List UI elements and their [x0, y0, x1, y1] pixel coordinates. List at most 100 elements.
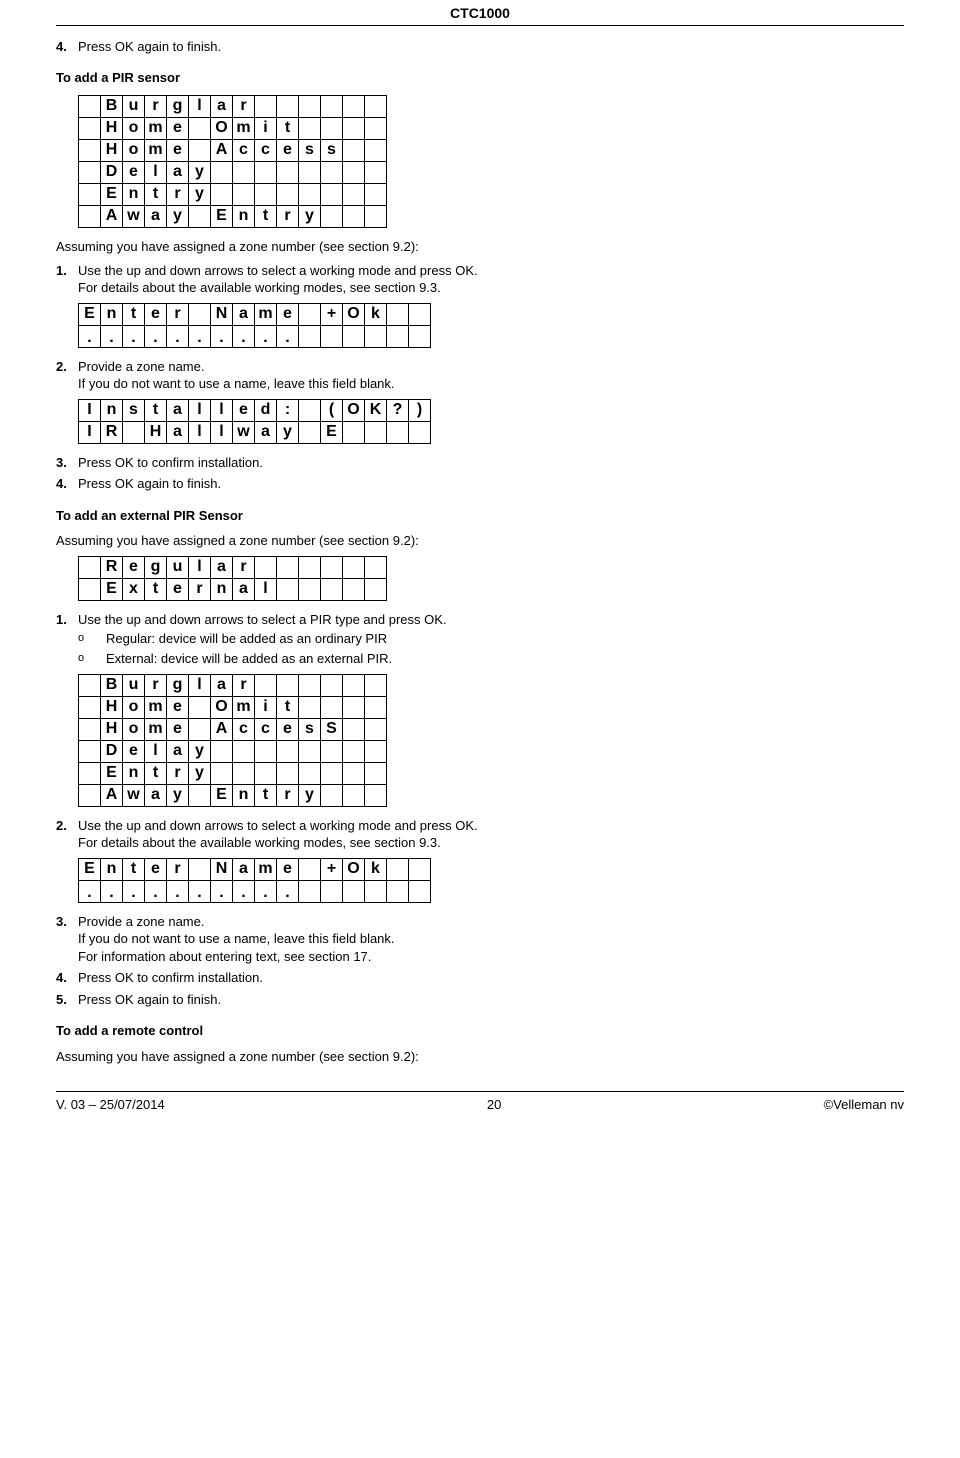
lcd-cell: O	[343, 303, 365, 325]
lcd-cell	[343, 880, 365, 902]
lcd-cell: O	[211, 117, 233, 139]
lcd-cell: m	[233, 696, 255, 718]
lcd-cell: e	[277, 139, 299, 161]
pir-step-2: 2. Provide a zone name. If you do not wa…	[56, 358, 904, 393]
lcd-cell: .	[145, 325, 167, 347]
lcd-cell: .	[101, 880, 123, 902]
lcd-cell: .	[233, 325, 255, 347]
lcd-cell: e	[277, 858, 299, 880]
lcd-cell	[365, 95, 387, 117]
step-number: 1.	[56, 611, 78, 629]
lcd-cell	[79, 784, 101, 806]
lcd-cell: .	[189, 325, 211, 347]
lcd-cell: x	[123, 578, 145, 600]
lcd-cell	[365, 718, 387, 740]
lcd-cell	[343, 161, 365, 183]
lcd-cell: E	[211, 784, 233, 806]
lcd-cell	[365, 784, 387, 806]
lcd-cell	[211, 740, 233, 762]
step-text-main: Use the up and down arrows to select a w…	[78, 818, 478, 833]
lcd-cell: e	[123, 556, 145, 578]
lcd-cell: s	[123, 399, 145, 421]
lcd-cell: e	[145, 303, 167, 325]
lcd-cell: y	[189, 740, 211, 762]
ext-assume-text: Assuming you have assigned a zone number…	[56, 532, 904, 550]
lcd-cell	[277, 183, 299, 205]
lcd-cell	[211, 161, 233, 183]
lcd-cell	[189, 303, 211, 325]
lcd-cell	[343, 183, 365, 205]
header-rule	[56, 25, 904, 26]
lcd-cell: l	[145, 161, 167, 183]
lcd-cell: y	[189, 161, 211, 183]
lcd-cell	[189, 205, 211, 227]
lcd-cell: k	[365, 303, 387, 325]
lcd-cell	[211, 183, 233, 205]
lcd-cell	[277, 740, 299, 762]
step-text-extra2: For information about entering text, see…	[78, 948, 904, 966]
lcd-cell	[79, 139, 101, 161]
lcd-cell: H	[101, 117, 123, 139]
lcd-cell	[233, 183, 255, 205]
lcd-cell: A	[211, 139, 233, 161]
lcd-cell: m	[145, 117, 167, 139]
lcd-cell	[343, 139, 365, 161]
lcd-cell	[79, 718, 101, 740]
page-footer: V. 03 – 25/07/2014 20 ©Velleman nv	[56, 1096, 904, 1124]
lcd-cell: r	[145, 95, 167, 117]
lcd-cell	[343, 718, 365, 740]
lcd-cell: e	[167, 139, 189, 161]
lcd-cell	[343, 205, 365, 227]
step-number: 4.	[56, 475, 78, 493]
footer-right: ©Velleman nv	[824, 1096, 904, 1114]
ext-step-1: 1. Use the up and down arrows to select …	[56, 611, 904, 629]
lcd-cell	[343, 784, 365, 806]
lcd-cell: l	[189, 399, 211, 421]
lcd-cell: n	[211, 578, 233, 600]
lcd-cell: a	[211, 556, 233, 578]
step-number: 4.	[56, 38, 78, 56]
lcd-cell: c	[255, 718, 277, 740]
lcd-cell: l	[255, 578, 277, 600]
step-text-extra: For details about the available working …	[78, 279, 904, 297]
lcd-cell: l	[189, 421, 211, 443]
lcd-cell: l	[189, 674, 211, 696]
step-text-extra: For details about the available working …	[78, 834, 904, 852]
pir-step-3: 3. Press OK to confirm installation.	[56, 454, 904, 472]
step-text: Press OK to confirm installation.	[78, 969, 904, 987]
lcd-cell: E	[79, 303, 101, 325]
page-header: CTC1000	[56, 0, 904, 23]
lcd-cell: B	[101, 95, 123, 117]
lcd-cell	[343, 325, 365, 347]
step-number: 3.	[56, 913, 78, 966]
lcd-cell	[299, 117, 321, 139]
lcd-cell: r	[233, 95, 255, 117]
lcd-cell	[343, 117, 365, 139]
lcd-cell	[123, 421, 145, 443]
heading-add-remote: To add a remote control	[56, 1022, 904, 1040]
lcd-cell: o	[123, 139, 145, 161]
lcd-cell	[409, 303, 431, 325]
lcd-cell	[387, 303, 409, 325]
step-text: Use the up and down arrows to select a w…	[78, 262, 904, 297]
lcd-cell	[321, 183, 343, 205]
lcd-cell: u	[123, 95, 145, 117]
lcd-enter-name: EnterName+Ok..........	[78, 303, 431, 348]
lcd-cell: g	[167, 674, 189, 696]
lcd-cell	[255, 740, 277, 762]
lcd-cell: N	[211, 303, 233, 325]
lcd-cell: r	[233, 556, 255, 578]
ext-step-4: 4. Press OK to confirm installation.	[56, 969, 904, 987]
lcd-cell	[277, 674, 299, 696]
lcd-cell	[299, 762, 321, 784]
lcd-cell: e	[167, 117, 189, 139]
lcd-cell: t	[255, 784, 277, 806]
lcd-cell	[299, 578, 321, 600]
lcd-cell: t	[123, 303, 145, 325]
step-text-main: Provide a zone name.	[78, 914, 204, 929]
step-text: Use the up and down arrows to select a w…	[78, 817, 904, 852]
lcd-cell: o	[123, 696, 145, 718]
lcd-cell: E	[321, 421, 343, 443]
lcd-cell	[321, 325, 343, 347]
lcd-cell	[365, 139, 387, 161]
